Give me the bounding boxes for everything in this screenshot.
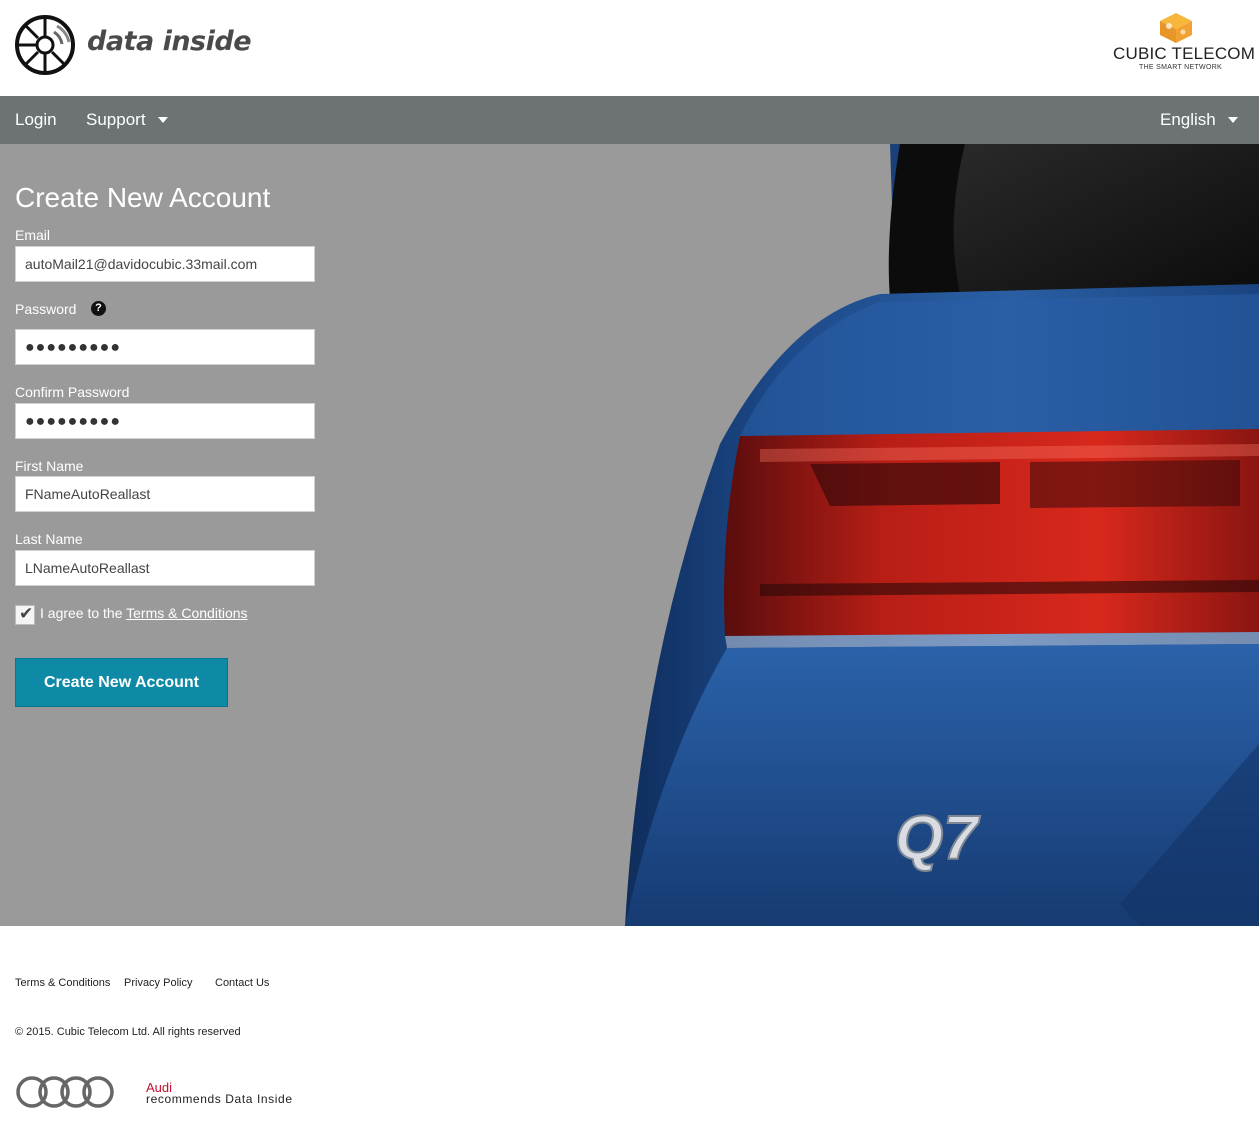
terms-agree-text: I agree to the Terms & Conditions [40,605,248,621]
nav-login[interactable]: Login [15,96,57,144]
password-label: Password [15,301,77,317]
password-mask: ●●●●●●●●● [25,339,121,356]
confirm-password-field[interactable]: ●●●●●●●●● [15,403,315,439]
last-name-label: Last Name [15,531,83,547]
footer-privacy-link[interactable]: Privacy Policy [124,977,192,989]
cubic-telecom-logo-text: CUBIC TELECOM [1113,44,1256,63]
terms-link[interactable]: Terms & Conditions [126,605,247,621]
help-icon[interactable]: ? [91,301,106,316]
first-name-label: First Name [15,458,84,474]
data-inside-logo-icon [15,15,75,75]
nav-support-dropdown[interactable]: Support [86,96,168,144]
confirm-password-mask: ●●●●●●●●● [25,413,121,430]
confirm-password-label: Confirm Password [15,384,130,400]
top-nav: Login Support English [0,96,1259,144]
language-label: English [1160,110,1216,129]
audi-rings-icon [16,1076,114,1108]
page-title: Create New Account [15,182,271,213]
chevron-down-icon [157,116,168,123]
site-header: data inside CUBIC TELECOM THE SMART NETW… [0,0,1259,96]
terms-agree-prefix: I agree to the [40,605,127,621]
email-field[interactable]: autoMail21@davidocubic.33mail.com [15,246,315,282]
language-dropdown[interactable]: English [1160,96,1238,144]
first-name-field[interactable]: FNameAutoReallast [15,476,315,512]
checkmark-icon: ✔ [19,604,34,623]
data-inside-logo-text: data inside [87,26,252,57]
password-field[interactable]: ●●●●●●●●● [15,329,315,365]
copyright-text: © 2015. Cubic Telecom Ltd. All rights re… [15,1026,241,1038]
last-name-field[interactable]: LNameAutoReallast [15,550,315,586]
nav-support-label: Support [86,110,146,129]
cubic-telecom-tagline: THE SMART NETWORK [1139,64,1223,71]
q7-badge: Q7 [895,804,980,873]
audi-tagline: recommends Data Inside [146,1092,293,1106]
footer-terms-link[interactable]: Terms & Conditions [15,977,110,989]
footer-contact-link[interactable]: Contact Us [215,977,269,989]
chevron-down-icon [1227,116,1238,123]
create-account-button[interactable]: Create New Account [15,658,228,707]
cubic-telecom-cube-icon [1160,13,1192,43]
terms-checkbox[interactable]: ✔ [15,604,35,625]
email-label: Email [15,227,51,243]
hero-section: Q7 Create New Account Email autoMail21@d… [0,144,1259,926]
